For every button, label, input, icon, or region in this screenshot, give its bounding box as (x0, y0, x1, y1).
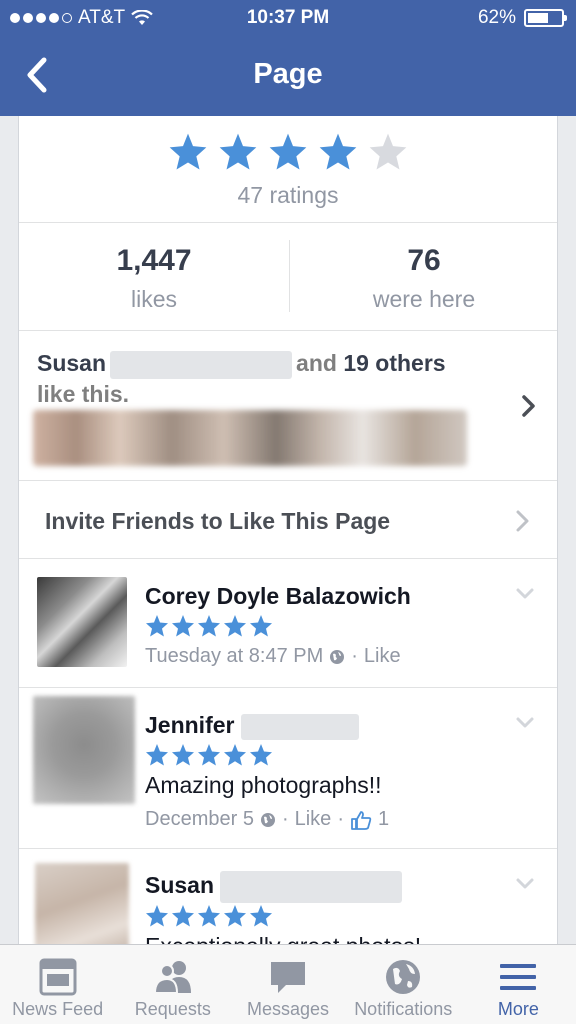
tab-notifications[interactable]: Notifications (346, 945, 461, 1024)
friend-first-name: Susan (37, 350, 107, 376)
divider (19, 330, 557, 331)
chevron-down-icon[interactable] (515, 716, 535, 730)
thumbs-up-icon (351, 810, 372, 830)
star-filled-icon (146, 905, 168, 927)
status-right: 62% (477, 7, 567, 29)
ratings-count[interactable]: 47 ratings (19, 182, 557, 209)
star-filled-icon (250, 615, 272, 637)
likes-count: 1,447 (116, 244, 192, 277)
likes-stat[interactable]: 1,447 likes (19, 244, 289, 313)
review-like-link[interactable]: Like (295, 808, 332, 831)
tab-label: Requests (134, 999, 211, 1019)
divider (19, 222, 557, 223)
globe-icon (330, 649, 345, 664)
review-meta: December 5 · Like · 1 (145, 808, 390, 831)
divider (19, 480, 557, 481)
reviewer-name[interactable]: Jennifer (145, 712, 359, 740)
invite-friends-button[interactable]: Invite Friends to Like This Page (45, 508, 390, 535)
star-filled-icon (172, 744, 194, 766)
tab-more[interactable]: More (461, 945, 576, 1024)
avatar[interactable] (33, 696, 135, 804)
redacted-name (220, 871, 403, 903)
star-filled-icon (219, 133, 257, 170)
redacted-name (110, 350, 293, 379)
review-time[interactable]: Tuesday at 8:47 PM (145, 645, 323, 668)
star-filled-icon (269, 133, 307, 170)
chevron-right-icon[interactable] (515, 509, 531, 533)
friend-avatars-strip[interactable] (33, 410, 467, 466)
tab-label: Notifications (354, 999, 453, 1019)
review-item: Jennifer Amazing photographs!! December … (19, 688, 557, 848)
tab-news-feed[interactable]: News Feed (0, 945, 115, 1024)
page-title: Page (253, 58, 323, 90)
star-filled-icon (198, 615, 220, 637)
review-stars (145, 614, 273, 638)
messages-icon (271, 962, 305, 993)
nav-bar: Page (0, 40, 576, 116)
tab-messages[interactable]: Messages (230, 945, 345, 1024)
review-like-count[interactable]: 1 (378, 808, 389, 831)
review-meta: Tuesday at 8:47 PM · Like (145, 645, 401, 668)
reviewer-name[interactable]: Corey Doyle Balazowich (145, 583, 411, 610)
review-item: Susan Exceptionally great photos! (19, 849, 557, 944)
hamburger-menu-icon (500, 964, 537, 990)
news-feed-icon (39, 958, 77, 996)
star-filled-icon (224, 744, 246, 766)
chevron-right-icon[interactable] (521, 394, 537, 418)
tab-label: News Feed (12, 999, 104, 1019)
star-filled-icon (172, 905, 194, 927)
star-filled-icon (146, 615, 168, 637)
checkins-stat[interactable]: 76 were here (289, 244, 557, 313)
battery-percent: 62% (477, 7, 516, 28)
review-item: Corey Doyle Balazowich Tuesday at 8:47 P… (19, 559, 557, 687)
globe-icon (260, 812, 275, 827)
status-bar: AT&T 10:37 PM 62% (0, 0, 576, 40)
review-stars (145, 743, 273, 767)
checkins-label: were here (372, 286, 476, 312)
reviewer-first-name: Jennifer (145, 712, 235, 738)
star-filled-icon (198, 744, 220, 766)
avatar[interactable] (35, 863, 129, 944)
tab-requests[interactable]: Requests (115, 945, 230, 1024)
star-filled-icon (169, 133, 207, 170)
star-filled-icon (198, 905, 220, 927)
likes-label: likes (130, 286, 177, 312)
review-like-link[interactable]: Like (364, 645, 401, 668)
redacted-name (240, 713, 359, 740)
star-filled-icon (319, 133, 357, 170)
checkins-count: 76 (407, 244, 441, 277)
friends-and: and (296, 350, 337, 376)
review-text: Exceptionally great photos! (145, 933, 421, 944)
review-time[interactable]: December 5 (145, 808, 254, 831)
star-filled-icon (250, 744, 272, 766)
friends-like-text[interactable]: Susan and 19 others like this. (37, 348, 446, 409)
star-filled-icon (250, 905, 272, 927)
bottom-tab-bar: News Feed Requests Messages Notification… (0, 944, 576, 1024)
star-filled-icon (224, 615, 246, 637)
review-text: Amazing photographs!! (145, 772, 382, 798)
chevron-down-icon[interactable] (515, 587, 535, 601)
tab-label: More (497, 999, 539, 1019)
reviewer-name[interactable]: Susan (145, 871, 403, 903)
avatar[interactable] (37, 577, 127, 667)
reviewer-first-name: Susan (145, 872, 215, 899)
globe-icon (386, 960, 421, 994)
star-filled-icon (172, 615, 194, 637)
friends-like-suffix: like this. (37, 380, 130, 407)
chevron-down-icon[interactable] (515, 877, 535, 891)
top-bar: AT&T 10:37 PM 62% Page (0, 0, 576, 116)
friends-others-count: 19 others (343, 350, 446, 376)
review-stars (145, 904, 273, 928)
star-filled-icon (224, 905, 246, 927)
friend-requests-icon (153, 961, 191, 994)
page-info-card: 47 ratings 1,447 likes 76 were here Susa… (18, 116, 558, 944)
tab-label: Messages (246, 999, 330, 1019)
battery-icon (524, 9, 567, 27)
star-empty-icon (369, 133, 407, 170)
star-filled-icon (146, 744, 168, 766)
rating-stars (19, 132, 557, 177)
